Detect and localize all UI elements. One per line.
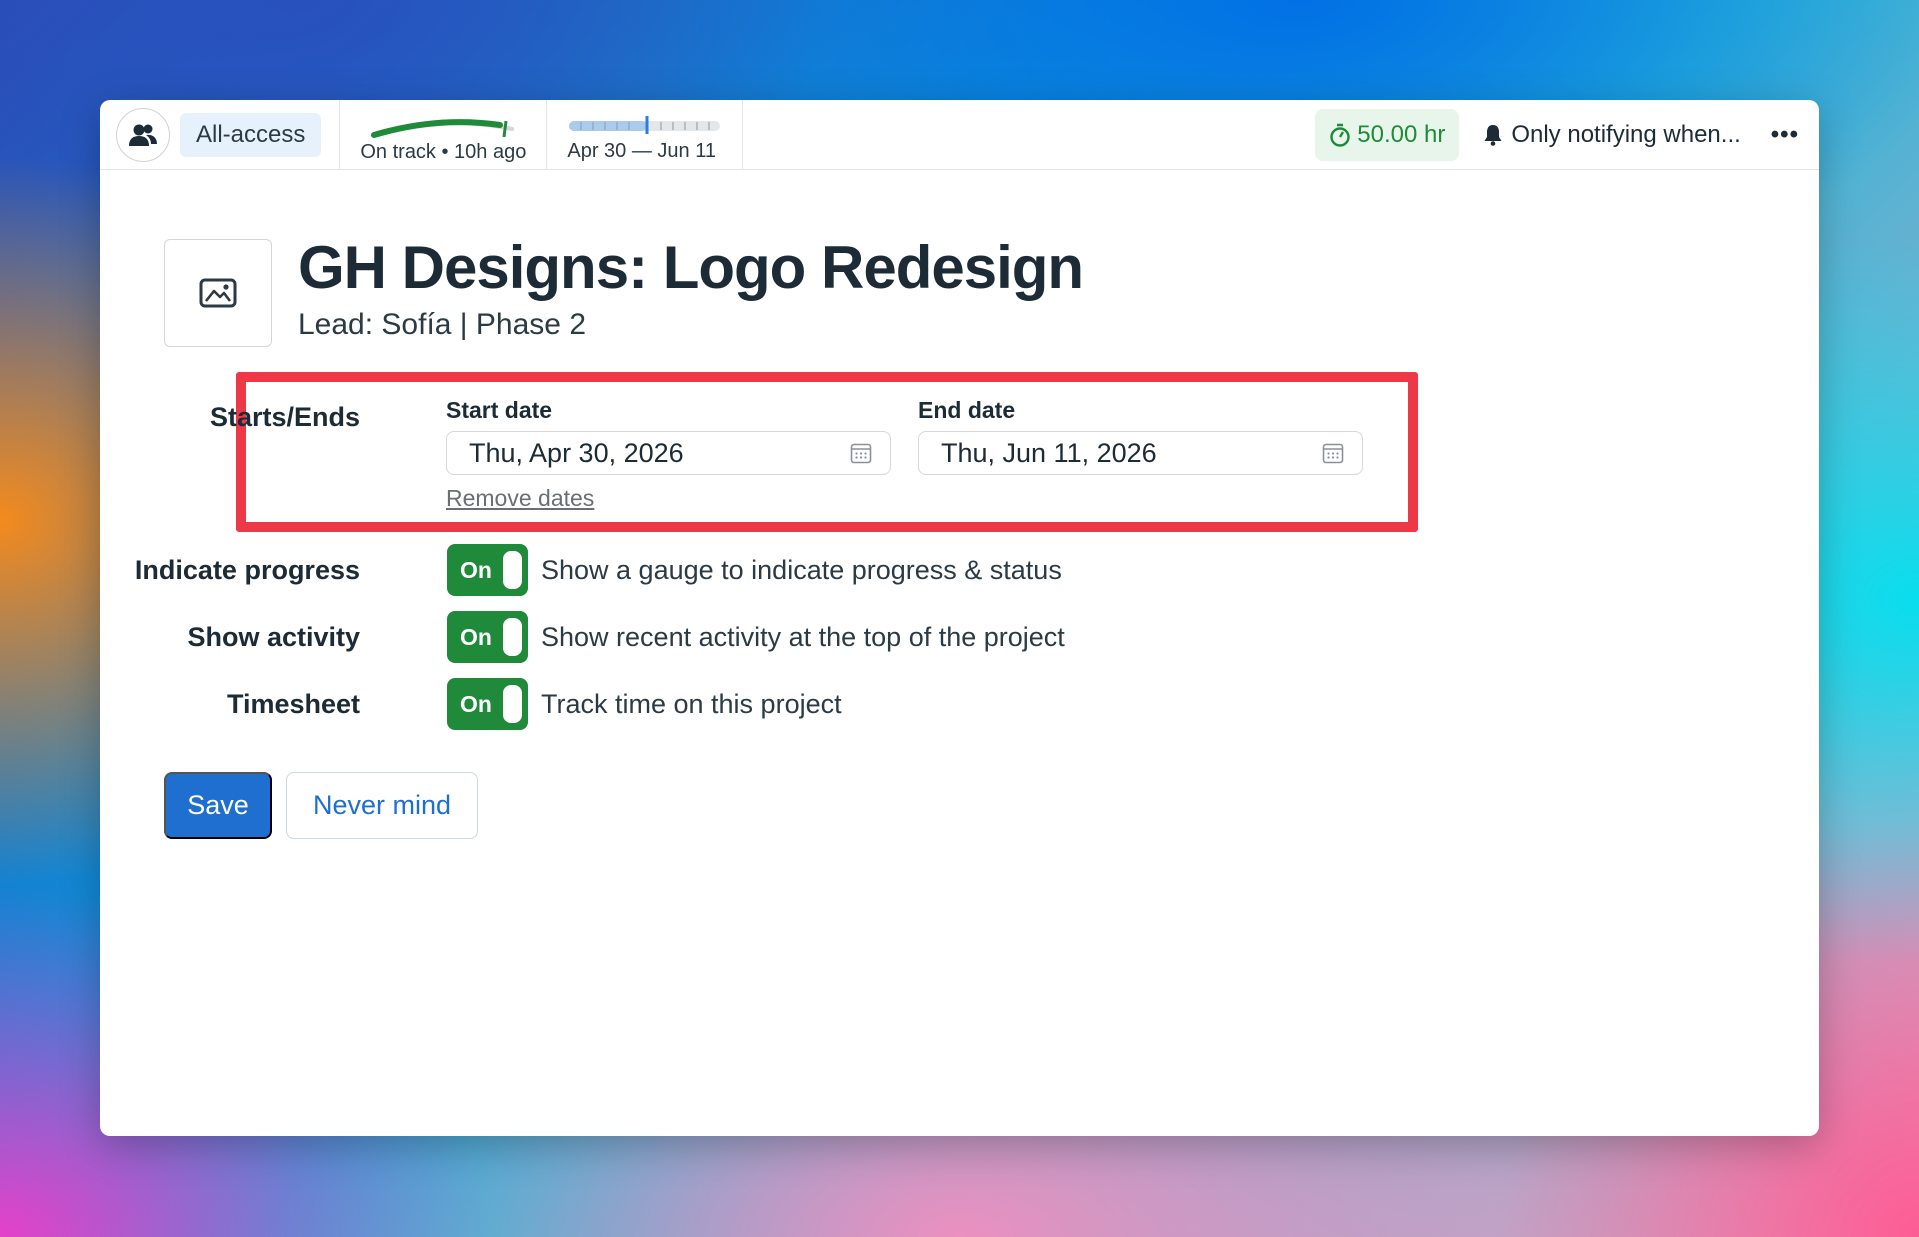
toggle-state: On xyxy=(460,623,492,650)
progress-status-text: On track • 10h ago xyxy=(360,141,527,163)
toggle-knob xyxy=(503,685,522,723)
image-icon xyxy=(199,278,237,308)
start-date-label: Start date xyxy=(446,397,553,423)
indicate-progress-label: Indicate progress xyxy=(134,555,360,585)
bell-icon xyxy=(1484,124,1502,146)
indicate-progress-toggle[interactable]: On xyxy=(447,544,528,596)
toggle-knob xyxy=(503,551,522,589)
end-date-value: Thu, Jun 11, 2026 xyxy=(941,437,1157,468)
stopwatch-icon xyxy=(1330,123,1350,147)
end-date-input[interactable]: Thu, Jun 11, 2026 xyxy=(918,431,1363,475)
show-activity-toggle[interactable]: On xyxy=(447,611,528,663)
people-icon xyxy=(129,124,157,146)
starts-ends-label: Starts/Ends xyxy=(209,402,360,432)
show-activity-description: Show recent activity at the top of the p… xyxy=(541,622,1065,652)
progress-gauge-graphic xyxy=(371,119,515,138)
project-subtitle: Lead: Sofía | Phase 2 xyxy=(298,308,587,341)
toggle-state: On xyxy=(460,690,492,717)
start-date-value: Thu, Apr 30, 2026 xyxy=(469,437,684,468)
timesheet-toggle[interactable]: On xyxy=(447,678,528,730)
project-title: GH Designs: Logo Redesign xyxy=(298,234,1084,301)
project-topbar: All-access On track • 10h ago Apr 30 — J… xyxy=(100,100,1819,170)
project-settings-window: All-access On track • 10h ago Apr 30 — J… xyxy=(100,100,1819,1136)
calendar-icon xyxy=(850,443,872,464)
toggle-knob xyxy=(503,618,522,656)
start-date-input[interactable]: Thu, Apr 30, 2026 xyxy=(446,431,891,475)
show-activity-label: Show activity xyxy=(187,622,360,652)
more-options-button[interactable]: ••• xyxy=(1771,121,1799,149)
timesheet-label: Timesheet xyxy=(226,689,360,719)
progress-gauge[interactable]: On track • 10h ago xyxy=(340,100,548,169)
notification-text: Only notifying when... xyxy=(1511,120,1741,148)
project-image-placeholder[interactable] xyxy=(164,239,272,347)
date-range-text: Apr 30 — Jun 11 xyxy=(567,140,716,162)
notification-setting[interactable]: Only notifying when... xyxy=(1483,120,1741,149)
calendar-icon xyxy=(1322,443,1344,464)
toggle-state: On xyxy=(460,556,492,583)
end-date-label: End date xyxy=(918,397,1016,423)
access-badge[interactable]: All-access xyxy=(180,112,322,157)
hours-text: 50.00 hr xyxy=(1357,120,1446,148)
timeline-summary[interactable]: Apr 30 — Jun 11 xyxy=(547,100,744,169)
people-button[interactable] xyxy=(116,107,170,162)
access-group: All-access xyxy=(100,100,341,169)
indicate-progress-description: Show a gauge to indicate progress & stat… xyxy=(541,555,1062,585)
save-button[interactable]: Save xyxy=(164,772,272,839)
never-mind-button[interactable]: Never mind xyxy=(286,772,478,839)
timesheet-hours-button[interactable]: 50.00 hr xyxy=(1315,108,1460,161)
timeline-bar xyxy=(569,116,721,134)
remove-dates-link[interactable]: Remove dates xyxy=(446,485,594,512)
timesheet-description: Track time on this project xyxy=(541,689,842,719)
